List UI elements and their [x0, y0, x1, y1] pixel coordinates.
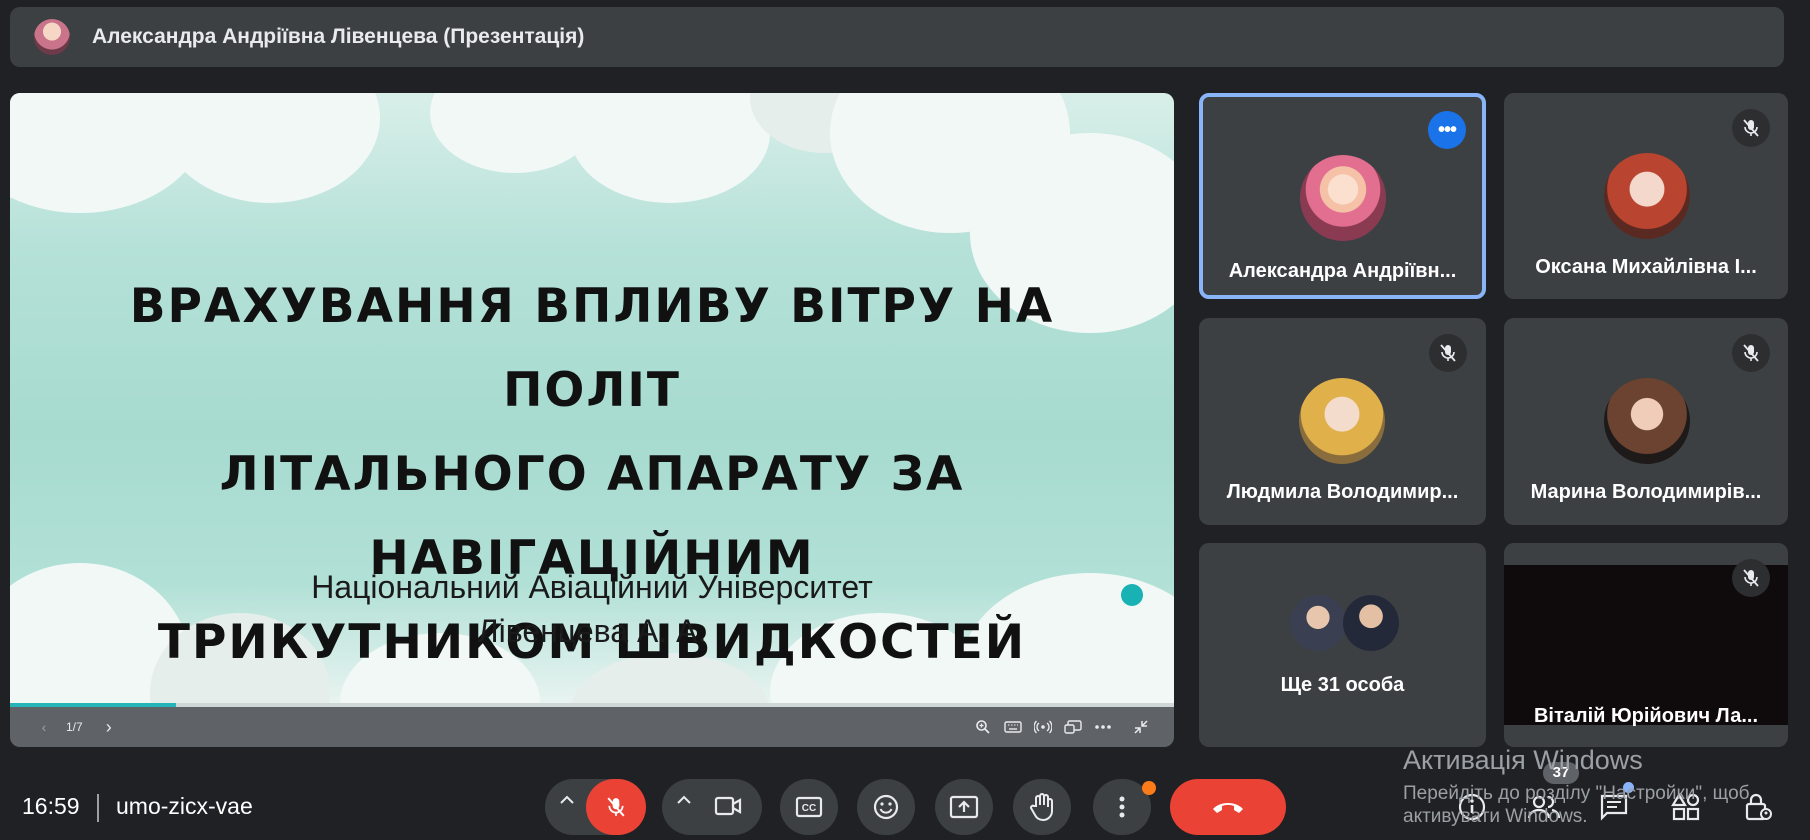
avatar — [1299, 378, 1385, 464]
participant-tile[interactable]: Віталій Юрійович Ла... — [1504, 543, 1788, 747]
raise-hand-button[interactable] — [1013, 779, 1071, 835]
participant-name: Марина Володимирів... — [1530, 481, 1762, 503]
cast-icon[interactable] — [1028, 719, 1058, 735]
leave-call-button[interactable] — [1170, 779, 1286, 835]
others-count-label: Ще 31 особа — [1280, 674, 1405, 696]
cloud-decoration — [570, 93, 770, 203]
captions-button[interactable]: CC — [780, 779, 838, 835]
chevron-up-icon[interactable] — [672, 795, 696, 805]
more-options-button[interactable]: ••• — [1428, 111, 1466, 149]
page-indicator: 1/7 — [66, 720, 83, 734]
avatar — [1604, 378, 1690, 464]
participant-name: Александра Андріївн... — [1228, 260, 1457, 282]
presentation-slide[interactable]: Врахування впливу вітру на політ літальн… — [10, 93, 1174, 705]
notification-dot — [1142, 781, 1156, 795]
presenter-title: Александра Андріївна Лівенцева (Презента… — [92, 25, 585, 48]
participant-group-tile[interactable]: Ще 31 особа — [1199, 543, 1486, 747]
slide-subtitle: Національний Авіаційний Університет — [311, 569, 873, 605]
mic-off-icon — [1732, 334, 1770, 372]
mic-off-icon — [1732, 559, 1770, 597]
prev-slide-button[interactable]: ‹ — [34, 719, 54, 735]
more-horiz-icon[interactable] — [1088, 724, 1118, 730]
chevron-up-icon[interactable] — [555, 795, 579, 805]
mic-control-group — [545, 779, 646, 835]
exit-fullscreen-icon[interactable] — [1126, 719, 1156, 735]
slide-author: Лівенцева А. А. — [477, 613, 707, 649]
mic-off-icon — [607, 797, 625, 817]
presenter-bar: Александра Андріївна Лівенцева (Презента… — [10, 7, 1784, 67]
camera-control-group — [662, 779, 762, 835]
hand-icon — [1030, 793, 1053, 822]
avatar — [1343, 595, 1399, 651]
pip-icon[interactable] — [1058, 720, 1088, 734]
participant-tile[interactable]: Марина Володимирів... — [1504, 318, 1788, 525]
mic-toggle-button[interactable] — [586, 779, 646, 835]
laser-pointer-dot — [1121, 584, 1143, 606]
meeting-code: umo-zicx-vae — [116, 793, 253, 819]
present-icon — [949, 795, 979, 819]
camera-icon[interactable] — [714, 795, 742, 822]
presenter-avatar — [34, 19, 70, 55]
mic-off-icon — [1429, 334, 1467, 372]
participant-name: Оксана Михайлівна І... — [1535, 256, 1757, 278]
cloud-decoration — [160, 93, 380, 203]
windows-activation-watermark: Активація Windows Перейдіть до розділу "… — [1403, 745, 1750, 828]
captions-icon: CC — [795, 796, 823, 818]
participant-tile[interactable]: ••• Александра Андріївн... — [1199, 93, 1486, 299]
zoom-icon[interactable] — [968, 719, 998, 735]
participant-tile[interactable]: Оксана Михайлівна І... — [1504, 93, 1788, 299]
more-vert-icon — [1119, 796, 1125, 818]
present-button[interactable] — [935, 779, 993, 835]
end-call-icon — [1213, 803, 1243, 813]
participant-name: Людмила Володимир... — [1226, 481, 1459, 503]
mic-off-icon — [1732, 109, 1770, 147]
next-slide-button[interactable]: › — [99, 717, 119, 738]
keyboard-icon[interactable] — [998, 720, 1028, 734]
clock: 16:59 — [22, 793, 80, 819]
watermark-title: Активація Windows — [1403, 745, 1643, 775]
watermark-line: активувати Windows. — [1403, 806, 1588, 827]
participant-tile[interactable]: Людмила Володимир... — [1199, 318, 1486, 525]
slide-controls: ‹ 1/7 › — [10, 707, 1174, 747]
participant-name: Віталій Юрійович Ла... — [1533, 705, 1759, 727]
slide-title-line: Врахування впливу вітру на політ — [129, 279, 1055, 418]
avatar — [1290, 595, 1346, 651]
avatar — [1604, 153, 1690, 239]
divider — [97, 794, 99, 822]
svg-text:CC: CC — [802, 803, 816, 814]
reactions-button[interactable] — [857, 779, 915, 835]
avatar — [1300, 155, 1386, 241]
emoji-icon — [873, 794, 899, 820]
watermark-line: Перейдіть до розділу "Настройки", щоб — [1403, 783, 1750, 804]
